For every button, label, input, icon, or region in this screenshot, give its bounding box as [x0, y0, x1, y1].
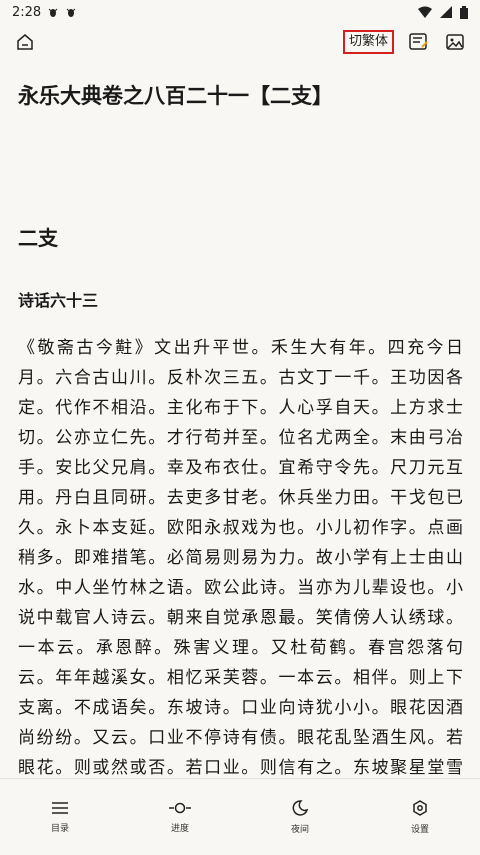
menu-icon [52, 801, 68, 814]
status-right [418, 5, 468, 19]
status-time: 2:28 [12, 4, 42, 20]
bug-icon [48, 8, 58, 17]
nav-label: 夜间 [290, 824, 309, 835]
body-paragraph: 《敬斋古今黈》文出升平世。禾生大有年。四充今日月。六合古山川。反朴次三五。古文丁… [18, 338, 464, 778]
battery-icon [460, 5, 468, 19]
home-button[interactable] [14, 31, 36, 53]
nav-night-mode[interactable]: 夜间 [260, 799, 340, 835]
nav-label: 设置 [410, 824, 429, 835]
moon-icon [292, 799, 308, 816]
reader-toolbar: 切繁体 [0, 24, 480, 60]
toolbar-actions: 切繁体 [342, 30, 466, 54]
traditional-convert-button[interactable]: 切繁体 [342, 30, 394, 54]
section-title: 诗话六十三 [18, 291, 99, 310]
bug-icon [66, 8, 76, 17]
progress-icon [169, 802, 191, 813]
notes-button[interactable] [408, 31, 430, 53]
book-title: 永乐大典卷之八百二十一【二支】 [18, 84, 333, 108]
image-button[interactable] [444, 31, 466, 53]
chapter-title: 二支 [18, 226, 58, 250]
settings-icon [413, 799, 427, 816]
nav-progress[interactable]: 进度 [140, 801, 220, 834]
reading-content[interactable]: 永乐大典卷之八百二十一【二支】 二支 诗话六十三 《敬斋古今黈》文出升平世。禾生… [18, 60, 464, 778]
image-icon [446, 34, 464, 50]
nav-label: 目录 [50, 823, 69, 834]
nav-label: 进度 [170, 823, 189, 834]
bottom-nav: 目录 进度 夜间 设置 [0, 778, 480, 855]
nav-settings[interactable]: 设置 [380, 799, 460, 835]
status-bar: 2:28 [0, 0, 480, 24]
nav-catalog[interactable]: 目录 [20, 801, 100, 834]
home-icon [17, 34, 33, 50]
status-left: 2:28 [12, 5, 77, 20]
notes-icon [409, 33, 428, 50]
signal-icon [440, 6, 452, 18]
wifi-icon [418, 6, 432, 18]
